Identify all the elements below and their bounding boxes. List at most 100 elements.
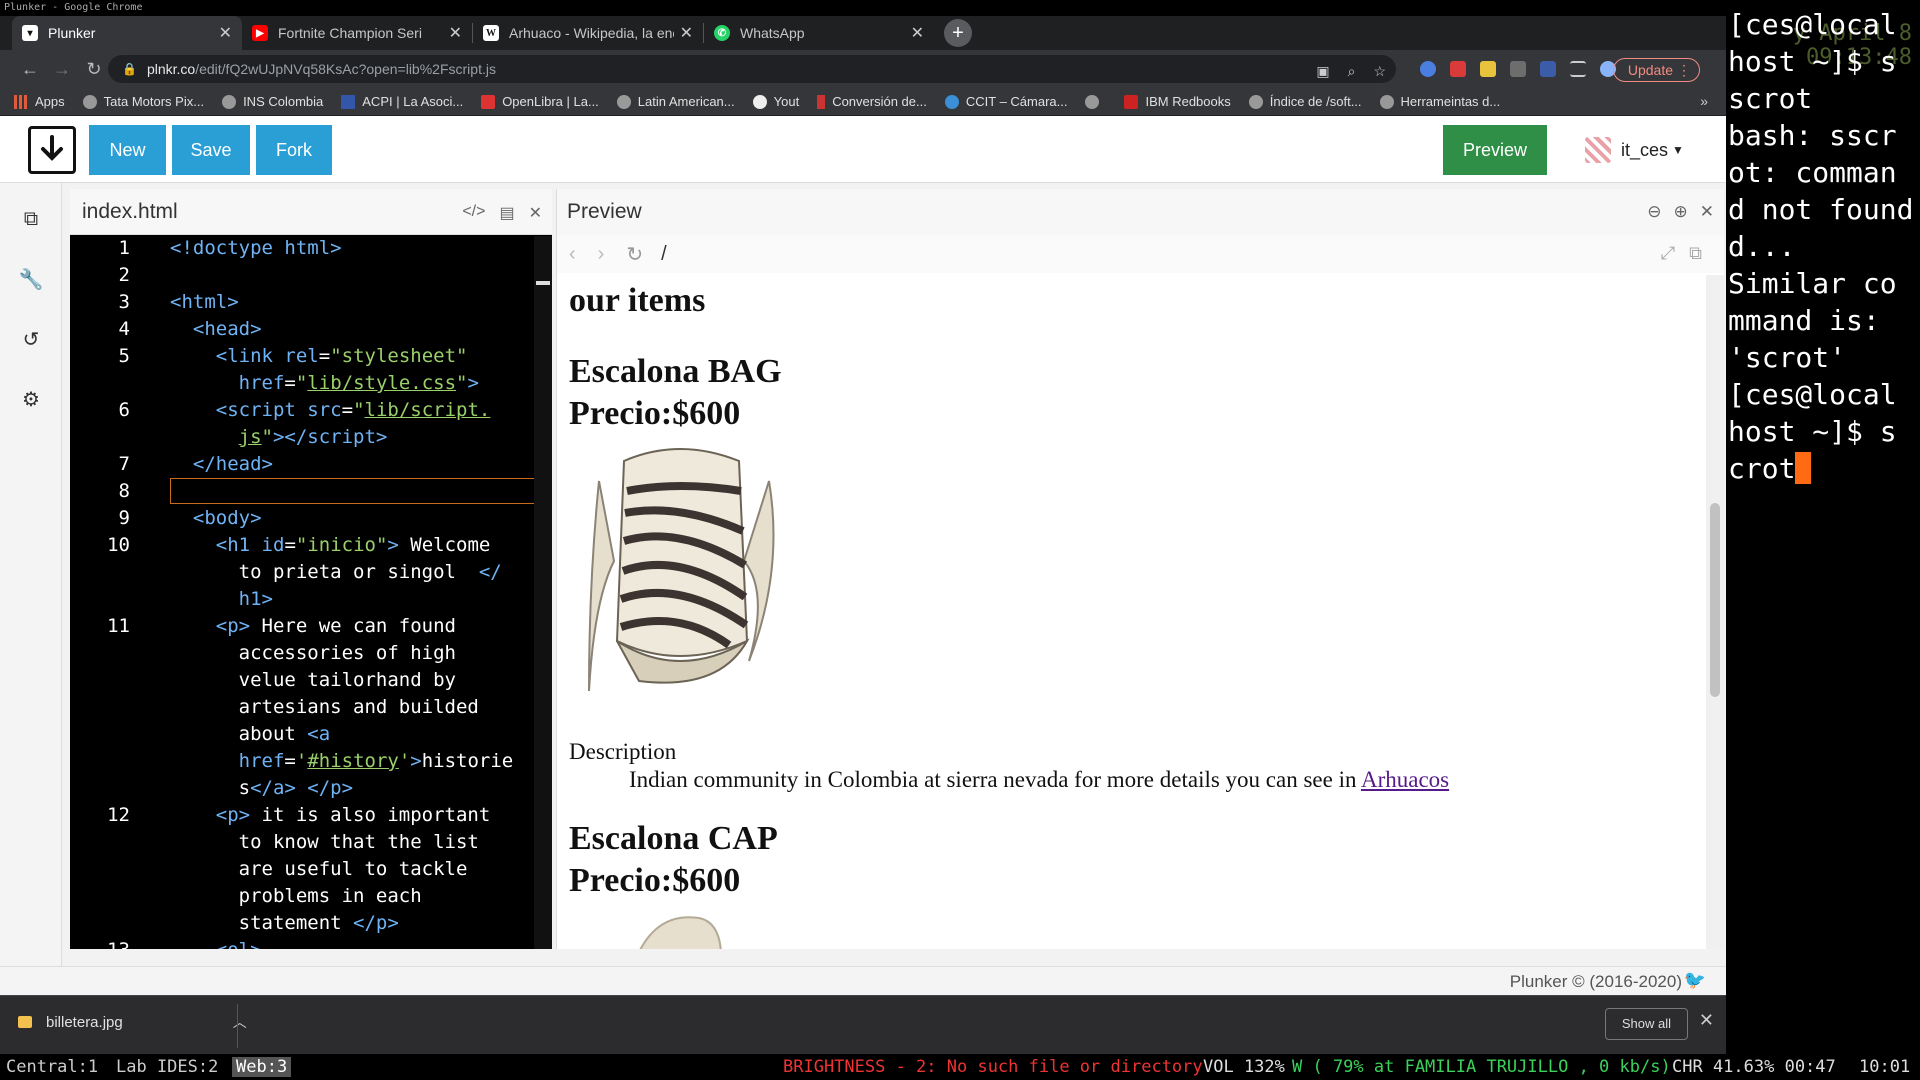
tab-fortnite[interactable]: ▶ Fortnite Champion Seri ✕ — [242, 16, 472, 50]
workspace-central[interactable]: Central:1 — [2, 1057, 102, 1077]
fork-button[interactable]: Fork — [256, 125, 332, 175]
extension-icon[interactable] — [1450, 61, 1466, 77]
page-heading: our items — [569, 282, 706, 319]
plunker-sidebar: ⧉ 🔧 ↺ ⚙ — [0, 183, 62, 966]
bookmark[interactable]: IBM Redbooks — [1124, 94, 1231, 109]
bookmark-apps[interactable]: Apps — [14, 94, 65, 109]
bookmarks-bar: Apps Tata Motors Pix... INS Colombia ACP… — [0, 88, 1726, 116]
show-all-button[interactable]: Show all — [1604, 1008, 1688, 1040]
code-icon[interactable]: </> — [462, 203, 485, 223]
bookmark-label: OpenLibra | La... — [502, 94, 599, 109]
wrench-icon[interactable]: 🔧 — [0, 249, 62, 309]
copyright-text: Plunker © (2016-2020) — [1509, 972, 1682, 991]
gear-icon[interactable]: ⚙ — [0, 369, 62, 429]
extension-icon[interactable] — [1480, 61, 1496, 77]
bookmark[interactable]: CCIT – Cámara... — [944, 94, 1067, 109]
chevron-up-icon[interactable]: ︿ — [233, 1012, 247, 1032]
item-name: Escalona BAG — [569, 353, 782, 390]
facebook-icon[interactable] — [1510, 61, 1526, 77]
close-icon[interactable]: ✕ — [219, 23, 232, 43]
plunker-logo[interactable] — [28, 126, 76, 174]
wifi-status: W ( 79% at FAMILIA TRUJILLO , 0 kb/s) — [1292, 1057, 1671, 1077]
popout-icon[interactable]: ⧉ — [1689, 243, 1702, 264]
preview-scrollbar[interactable] — [1706, 275, 1724, 949]
preview-navbar: ‹ › ↻ / ⤢ ⧉ — [557, 235, 1724, 273]
close-icon[interactable]: ✕ — [911, 23, 924, 43]
bookmark[interactable]: ACPI | La Asoci... — [341, 94, 463, 109]
editor-scrollbar[interactable] — [534, 236, 552, 949]
new-tab-button[interactable]: + — [944, 19, 972, 47]
close-icon[interactable]: ✕ — [529, 203, 542, 223]
twitter-icon[interactable]: 🐦 — [1684, 970, 1706, 991]
extensions — [1420, 61, 1616, 77]
scrollbar-thumb[interactable] — [536, 281, 550, 285]
bookmark[interactable]: Herrameintas d... — [1379, 94, 1500, 109]
reload-icon[interactable]: ↻ — [626, 242, 643, 267]
zoom-out-icon[interactable]: ⊖ — [1647, 202, 1661, 222]
bookmark[interactable]: OpenLibra | La... — [481, 94, 599, 109]
new-button[interactable]: New — [89, 125, 166, 175]
tab-whatsapp[interactable]: ✆ WhatsApp ✕ — [704, 16, 934, 50]
terminal-line: host ~]$ s — [1728, 45, 1897, 78]
arhuacos-link[interactable]: Arhuacos — [1361, 767, 1449, 792]
bookmark[interactable]: Latin American... — [616, 94, 735, 109]
line-number: 9 — [118, 507, 130, 529]
book-icon[interactable]: ▤ — [499, 203, 514, 223]
back-icon[interactable]: ← — [14, 59, 46, 80]
forward-icon[interactable]: › — [598, 243, 605, 266]
files-icon[interactable]: ⧉ — [0, 189, 62, 249]
line-number: 6 — [118, 399, 130, 421]
code-area[interactable]: 1 <!doctype html> 2 3 <html> 4 <head> 5 … — [70, 236, 552, 949]
back-icon[interactable]: ‹ — [569, 243, 576, 266]
bookmark[interactable]: Índice de /soft... — [1248, 94, 1362, 109]
terminal-line: [ces@local — [1728, 378, 1897, 411]
extension-icon[interactable] — [1540, 61, 1556, 77]
workspace-web[interactable]: Web:3 — [232, 1057, 292, 1077]
reload-icon[interactable]: ↻ — [78, 59, 110, 80]
plunker-footer: Plunker © (2016-2020) 🐦 — [0, 966, 1726, 995]
tab-plunker[interactable]: ▾ Plunker ✕ — [12, 16, 242, 50]
bookmark-label: INS Colombia — [243, 94, 324, 109]
wikipedia-icon: W — [483, 25, 499, 41]
bookmark[interactable]: Tata Motors Pix... — [82, 94, 204, 109]
code-line: <script src="lib/script. — [215, 399, 491, 421]
code-line: <head> — [192, 318, 262, 340]
scrollbar-thumb[interactable] — [1710, 503, 1720, 697]
bookmark[interactable]: INS Colombia — [222, 94, 323, 109]
update-button[interactable]: Update — [1612, 58, 1700, 82]
bookmark-label: Yout — [773, 94, 800, 109]
clipboard-icon[interactable]: ▣ — [1316, 63, 1329, 80]
zoom-in-icon[interactable]: ⊕ — [1674, 202, 1688, 222]
close-icon[interactable]: ✕ — [1700, 202, 1714, 222]
brightness-status: BRIGHTNESS - 2: No such file or director… — [783, 1057, 1203, 1077]
download-item[interactable]: billetera.jpg ︿ — [18, 1012, 247, 1032]
close-icon[interactable]: ✕ — [680, 23, 693, 43]
zoom-icon[interactable]: ⌕ — [1348, 63, 1356, 80]
preview-path[interactable]: / — [661, 243, 667, 266]
screen: { "wm_title": "Plunker - Google Chrome",… — [0, 0, 1920, 1080]
workspace-lab[interactable]: Lab IDES:2 — [112, 1057, 222, 1077]
save-button[interactable]: Save — [172, 125, 250, 175]
bookmark[interactable]: Yout — [752, 94, 800, 109]
tab-wikipedia[interactable]: W Arhuaco - Wikipedia, la enc ✕ — [473, 16, 703, 50]
forward-icon[interactable]: → — [46, 59, 78, 80]
more-bookmarks-icon[interactable]: » — [1700, 93, 1708, 109]
star-icon[interactable]: ☆ — [1373, 63, 1386, 80]
bookmark[interactable]: Conversión de... — [817, 94, 927, 109]
close-icon[interactable]: ✕ — [1699, 1010, 1714, 1031]
download-shelf: billetera.jpg ︿ Show all ✕ — [0, 995, 1726, 1054]
terminal-window[interactable]: y April 8 09:13:48 [ces@local host ~]$ s… — [1726, 0, 1920, 1054]
preview-button[interactable]: Preview — [1443, 125, 1547, 175]
extension-icon[interactable] — [1420, 61, 1436, 77]
bookmark[interactable] — [1085, 94, 1106, 109]
address-bar[interactable]: 🔒 plnkr.co/edit/fQ2wUJpNVq58KsAc?open=li… — [108, 55, 1396, 83]
tab-title: Fortnite Champion Seri — [278, 25, 422, 41]
expand-icon[interactable]: ⤢ — [1661, 243, 1675, 264]
editor-header: index.html </> ▤ ✕ — [70, 189, 552, 235]
reading-list-icon[interactable] — [1570, 61, 1586, 77]
code-line: <ol> — [170, 939, 262, 949]
close-icon[interactable]: ✕ — [449, 23, 462, 43]
description-text: Indian community in Colombia at sierra n… — [629, 767, 1361, 792]
user-menu[interactable]: it_ces ▼ — [1585, 137, 1684, 163]
history-icon[interactable]: ↺ — [0, 309, 62, 369]
